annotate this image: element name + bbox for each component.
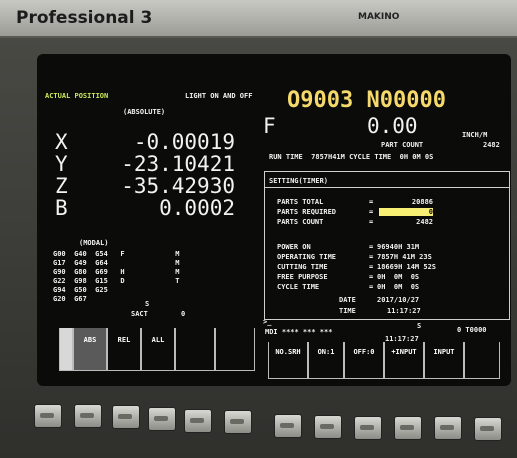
date-label: DATE (339, 296, 356, 304)
actual-position-label: ACTUAL POSITION (45, 92, 109, 100)
timer-label: CYCLE TIME (277, 283, 320, 291)
timer-value: 0H 0M 0S (377, 283, 420, 291)
light-label: LIGHT ON AND OFF (185, 92, 253, 100)
softkey-input[interactable]: INPUT (424, 342, 464, 379)
softkeys-right: NO.SRH ON:1 OFF:0 +INPUT INPUT (268, 342, 502, 379)
timer-eq: = (369, 243, 374, 251)
hw-button-8[interactable] (314, 415, 342, 439)
hardware-softkey-row (34, 404, 504, 441)
feed-label: F (263, 114, 276, 138)
hw-button-1[interactable] (34, 404, 62, 428)
maker-logo: MAKINO (358, 12, 400, 22)
softkey-blank[interactable] (215, 328, 255, 371)
modal-row: G20 G67 (53, 295, 87, 303)
timer-value: 18669H 14M 52S (377, 263, 437, 271)
timer-value: 0H 0M 0S (377, 273, 420, 281)
time-value: 11:17:27 (387, 307, 421, 315)
hw-button-7[interactable] (274, 414, 302, 438)
brand-bar: Professional 3 MAKINO (0, 0, 517, 38)
setting-eq: = (369, 208, 374, 216)
s-label: S (145, 300, 150, 308)
softkey-abs[interactable]: ABS (73, 328, 107, 371)
setting-label: PARTS REQUIRED (277, 208, 337, 216)
hw-button-4[interactable] (148, 407, 176, 431)
axis-name: Y (55, 152, 68, 176)
axis-name: B (55, 196, 68, 220)
axis-name: Z (55, 174, 68, 198)
modal-row: G90 G80 G69 H M (53, 268, 180, 276)
softkey-on-1[interactable]: ON:1 (308, 342, 344, 379)
setting-value: 20886 (411, 198, 433, 206)
timer-value: 7857H 41M 23S (377, 253, 432, 261)
softkey-blank[interactable] (175, 328, 215, 371)
input-prompt[interactable]: >_ (263, 318, 271, 326)
setting-value: 2482 (416, 218, 433, 226)
softkeys-left: ABS REL ALL (59, 328, 267, 371)
status-s: S (417, 322, 422, 330)
mdi-status: MDI **** *** *** (265, 328, 333, 336)
date-value: 2017/10/27 (377, 296, 420, 304)
timer-label: FREE PURPOSE (277, 273, 328, 281)
modal-row: G22 G98 G15 D T (53, 277, 180, 285)
hw-button-2[interactable] (74, 404, 102, 428)
softkey--input[interactable]: +INPUT (384, 342, 424, 379)
softkey-rel[interactable]: REL (107, 328, 141, 371)
modal-label: (MODAL) (79, 239, 109, 247)
setting-divider (265, 187, 509, 188)
feed-value: 0.00 (367, 114, 418, 138)
setting-label: PARTS TOTAL (277, 198, 324, 206)
axis-value: -0.00019 (133, 130, 235, 154)
cnc-screen: ACTUAL POSITION (ABSOLUTE) LIGHT ON AND … (37, 54, 511, 386)
softkey-off-0[interactable]: OFF:0 (344, 342, 384, 379)
sact-label: SACT (131, 310, 148, 318)
softkey-blank[interactable] (464, 342, 500, 379)
time-label: TIME (339, 307, 356, 315)
timer-label: POWER ON (277, 243, 311, 251)
axis-value: 0.0002 (159, 196, 235, 220)
axis-name: X (55, 130, 68, 154)
timer-value: 96940H 31M (377, 243, 420, 251)
hw-button-6[interactable] (224, 410, 252, 434)
part-count-label: PART COUNT (381, 141, 424, 149)
setting-title: SETTING(TIMER) (269, 177, 329, 185)
setting-eq: = (369, 218, 374, 226)
setting-label: PARTS COUNT (277, 218, 324, 226)
status-t: 0 T0000 (457, 326, 487, 334)
sact-value: 0 (181, 310, 186, 318)
hw-button-12[interactable] (474, 417, 502, 441)
absolute-label: (ABSOLUTE) (123, 108, 166, 116)
timer-label: OPERATING TIME (277, 253, 337, 261)
part-count-value: 2482 (483, 141, 500, 149)
brand-title: Professional 3 (16, 8, 153, 28)
hw-button-10[interactable] (394, 416, 422, 440)
modal-row: G00 G40 G54 F M (53, 250, 180, 258)
run-time-line: RUN TIME 7857H41M CYCLE TIME 0H 0M 0S (269, 153, 434, 161)
timer-eq: = (369, 263, 374, 271)
softkey-blank[interactable] (59, 328, 73, 371)
modal-row: G17 G49 G64 M (53, 259, 180, 267)
timer-eq: = (369, 273, 374, 281)
feed-unit: INCH/M (462, 131, 488, 139)
axis-value: -23.10421 (121, 152, 235, 176)
hw-button-5[interactable] (184, 409, 212, 433)
axis-value: -35.42930 (121, 174, 235, 198)
setting-timer-panel: SETTING(TIMER) PARTS TOTAL = 20886 PARTS RE… (264, 171, 510, 320)
hw-button-11[interactable] (434, 416, 462, 440)
timer-label: CUTTING TIME (277, 263, 328, 271)
softkey-no-srh[interactable]: NO.SRH (268, 342, 308, 379)
program-number: O9003 N00000 (287, 88, 446, 113)
setting-eq: = (369, 198, 374, 206)
hw-button-9[interactable] (354, 416, 382, 440)
timer-eq: = (369, 253, 374, 261)
softkey-all[interactable]: ALL (141, 328, 175, 371)
parts-required-input[interactable]: 0 (379, 208, 433, 216)
modal-row: G94 G50 G25 (53, 286, 108, 294)
timer-eq: = (369, 283, 374, 291)
hw-button-3[interactable] (112, 405, 140, 429)
